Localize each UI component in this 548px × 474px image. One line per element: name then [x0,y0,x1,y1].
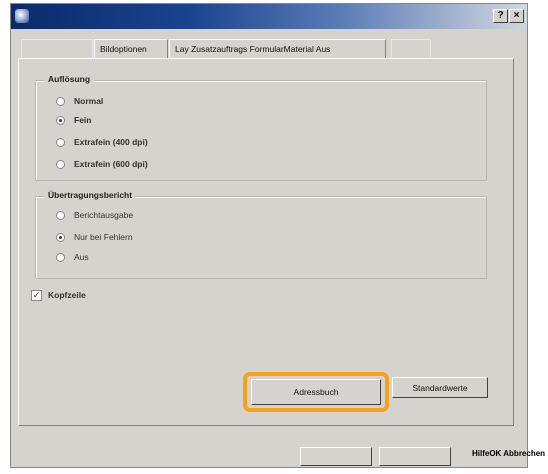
radio-nur-bei-fehlern-circle[interactable] [56,233,65,242]
help-button[interactable]: ? [493,9,508,23]
app-icon [15,9,29,23]
radio-extrafein-600-circle[interactable] [56,160,65,169]
kopfzeile-checkbox[interactable]: ✓ [31,290,42,301]
check-mark-icon: ✓ [32,290,41,300]
radio-normal-circle[interactable] [56,97,65,106]
tab-4[interactable] [391,39,431,58]
adressbuch-highlight [243,372,389,412]
radio-berichtausgabe-circle[interactable] [56,211,65,220]
tab-1[interactable] [21,39,93,58]
radio-aus-label: Aus [74,252,89,262]
tab-strip: Bildoptionen Lay Zusatzauftrags Formular… [11,35,527,59]
kopfzeile-label: Kopfzeile [48,290,86,300]
tab-layout-overlay[interactable]: Lay Zusatzauftrags FormularMaterial Aus [169,39,386,58]
radio-berichtausgabe-label: Berichtausgabe [74,210,134,220]
abbrechen-button[interactable] [379,447,451,466]
radio-fein-label: Fein [74,115,92,125]
radio-extrafein-600-label: Extrafein (600 dpi) [74,159,148,169]
uebertragungsbericht-group: Übertragungsbericht Berichtausgabe Nur b… [35,190,487,279]
hint-text: HilfeOK Abbrechen [472,449,546,458]
radio-normal-label: Normal [74,96,104,106]
tab-bildoptionen[interactable]: Bildoptionen [94,39,168,58]
radio-extrafein-400-label: Extrafein (400 dpi) [74,137,148,147]
radio-extrafein-400-circle[interactable] [56,138,65,147]
ok-button[interactable] [300,447,372,466]
aufloesung-legend: Auflösung [44,74,95,84]
uebertragungsbericht-legend: Übertragungsbericht [44,190,137,200]
close-button[interactable]: × [509,9,524,23]
title-bar: ? × [11,4,527,29]
aufloesung-group: Auflösung Normal Fein Extrafein (400 dpi… [35,74,487,181]
radio-nur-bei-fehlern-label: Nur bei Fehlern [74,232,133,242]
radio-fein-circle[interactable] [56,116,65,125]
standardwerte-button[interactable]: Standardwerte [392,377,488,398]
radio-aus-circle[interactable] [56,253,65,262]
